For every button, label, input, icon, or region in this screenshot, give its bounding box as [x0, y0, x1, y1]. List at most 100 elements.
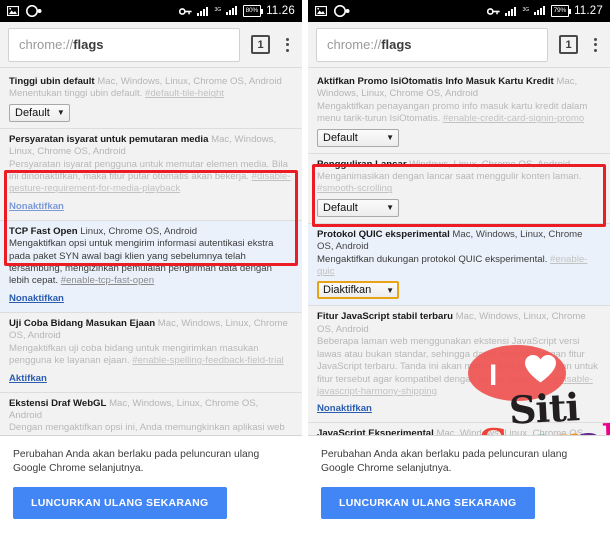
clock-label: 11.27: [574, 5, 603, 17]
overflow-menu-icon[interactable]: [586, 37, 604, 52]
url-bar[interactable]: chrome://flags: [8, 27, 240, 62]
flag-permalink[interactable]: #enable-tcp-fast-open: [61, 275, 154, 286]
flag-entry[interactable]: Aktifkan Promo IsiOtomatis Info Masuk Ka…: [308, 71, 610, 154]
flag-description: Mengaktifkan opsi untuk mengirim informa…: [9, 238, 293, 288]
flag-entry[interactable]: Ekstensi Draf WebGL Mac, Windows, Linux,…: [0, 392, 302, 435]
flag-toggle-link[interactable]: Nonaktifkan: [9, 293, 64, 304]
flag-toggle-link[interactable]: Nonaktifkan: [9, 201, 64, 212]
relaunch-bar-right: Perubahan Anda akan berlaku pada peluncu…: [308, 435, 610, 533]
flag-title-row: Uji Coba Bidang Masukan Ejaan Mac, Windo…: [9, 318, 293, 343]
flag-select-default-tile-height[interactable]: Default ▼: [9, 103, 70, 122]
dual-screenshot-container: 3G 80% 11.26 chrome://flags 1 Tinggi ubi…: [0, 0, 610, 533]
flag-entry[interactable]: Fitur JavaScript stabil terbaru Mac, Win…: [308, 306, 610, 424]
flags-list-right[interactable]: Aktifkan Promo IsiOtomatis Info Masuk Ka…: [308, 68, 610, 435]
relaunch-notice: Perubahan Anda akan berlaku pada peluncu…: [13, 449, 260, 474]
phone-screen-left: 3G 80% 11.26 chrome://flags 1 Tinggi ubi…: [0, 0, 302, 533]
vpn-key-icon: [178, 7, 192, 16]
flag-description: Mengaktifkan uji coba bidang untuk mengi…: [9, 343, 293, 368]
vpn-key-icon: [486, 7, 500, 16]
relaunch-now-button[interactable]: LUNCURKAN ULANG SEKARANG: [13, 487, 227, 519]
flag-desc-text: Dengan mengaktifkan opsi ini, Anda memun…: [9, 422, 285, 435]
flag-description: Beberapa laman web menggunakan ekstensi …: [317, 336, 601, 398]
flag-platforms: Linux, Chrome OS, Android: [80, 225, 198, 237]
relaunch-bar-left: Perubahan Anda akan berlaku pada peluncu…: [0, 435, 302, 533]
flag-select-quic[interactable]: Diaktifkan ▼: [317, 281, 399, 300]
flag-description: Mengaktifkan penayangan promo info masuk…: [317, 101, 601, 126]
flag-select-smooth-scrolling[interactable]: Default ▼: [317, 198, 399, 217]
flag-title: Fitur JavaScript stabil terbaru: [317, 311, 453, 323]
flag-permalink[interactable]: #enable-credit-card-signin-promo: [443, 113, 584, 124]
flag-title-row: TCP Fast Open Linux, Chrome OS, Android: [9, 226, 293, 238]
url-suffix: flags: [73, 37, 104, 52]
flag-entry[interactable]: Tinggi ubin default Mac, Windows, Linux,…: [0, 71, 302, 129]
flag-entry-tcp-fast-open[interactable]: TCP Fast Open Linux, Chrome OS, Android …: [0, 220, 302, 313]
status-bar-right-icons: 3G 79% 11.27: [486, 2, 603, 20]
flag-entry[interactable]: JavaScript Eksperimental Mac, Windows, L…: [308, 423, 610, 435]
flag-desc-text: Persyaratan isyarat pengguna untuk memut…: [9, 158, 288, 183]
status-bar-right: 3G 79% 11.27: [308, 0, 610, 22]
chevron-down-icon: ▼: [386, 203, 394, 213]
flag-description: Menganimasikan dengan lancar saat menggu…: [317, 171, 601, 196]
status-bar-left-icons: [6, 4, 43, 18]
flag-entry[interactable]: Uji Coba Bidang Masukan Ejaan Mac, Windo…: [0, 312, 302, 393]
flags-list-left[interactable]: Tinggi ubin default Mac, Windows, Linux,…: [0, 68, 302, 435]
chevron-down-icon: ▼: [386, 285, 394, 295]
url-bar[interactable]: chrome://flags: [316, 27, 548, 62]
image-icon: [314, 5, 328, 17]
tab-counter-button[interactable]: 1: [559, 35, 578, 54]
network-type-label: 3G: [522, 7, 530, 13]
flag-entry-enable-quic[interactable]: Protokol QUIC eksperimental Mac, Windows…: [308, 223, 610, 307]
flag-description: Dengan mengaktifkan opsi ini, Anda memun…: [9, 422, 293, 435]
flag-description: Mengaktifkan dukungan protokol QUIC eksp…: [317, 254, 601, 279]
flag-select-value: Diaktifkan: [323, 284, 372, 297]
browser-toolbar-left: chrome://flags 1: [0, 22, 302, 68]
flag-title: Ekstensi Draf WebGL: [9, 397, 107, 409]
opera-icon: [334, 4, 351, 18]
flag-title-row: Persyaratan isyarat untuk pemutaran medi…: [9, 134, 293, 159]
flag-select-value: Default: [323, 131, 358, 144]
signal-bars-icon: [504, 6, 517, 16]
flag-title-row: Protokol QUIC eksperimental Mac, Windows…: [317, 229, 601, 254]
flag-title: JavaScript Eksperimental: [317, 428, 434, 435]
url-suffix: flags: [381, 37, 412, 52]
flag-desc-text: Mengaktifkan dukungan protokol QUIC eksp…: [317, 253, 548, 265]
opera-icon: [26, 4, 43, 18]
image-icon: [6, 5, 20, 17]
flag-toggle-link[interactable]: Nonaktifkan: [317, 403, 372, 414]
status-bar-left: 3G 80% 11.26: [0, 0, 302, 22]
network-type-label: 3G: [214, 7, 222, 13]
flag-desc-text: Menganimasikan dengan lancar saat menggu…: [317, 171, 582, 183]
flag-title-row: Aktifkan Promo IsiOtomatis Info Masuk Ka…: [317, 76, 601, 101]
relaunch-now-button[interactable]: LUNCURKAN ULANG SEKARANG: [321, 487, 535, 519]
flag-title: Tinggi ubin default: [9, 76, 95, 87]
flag-title-row: Fitur JavaScript stabil terbaru Mac, Win…: [317, 311, 601, 336]
flag-permalink[interactable]: #enable-spelling-feedback-field-trial: [132, 355, 283, 366]
flag-title: Uji Coba Bidang Masukan Ejaan: [9, 317, 156, 329]
clock-label: 11.26: [266, 5, 295, 17]
flag-platforms: Windows, Linux, Chrome OS, Android: [409, 158, 571, 170]
flag-entry[interactable]: Pengguliran Lancar Windows, Linux, Chrom…: [308, 153, 610, 224]
overflow-menu-icon[interactable]: [278, 37, 296, 52]
chevron-down-icon: ▼: [386, 133, 394, 143]
browser-toolbar-right: chrome://flags 1: [308, 22, 610, 68]
flag-select-value: Default: [15, 106, 50, 119]
tab-counter-button[interactable]: 1: [251, 35, 270, 54]
flag-description: Menentukan tinggi ubin default. #default…: [9, 88, 293, 100]
flag-toggle-link[interactable]: Aktifkan: [9, 373, 47, 384]
flag-description: Persyaratan isyarat pengguna untuk memut…: [9, 159, 293, 196]
status-bar-left-icons: [314, 4, 351, 18]
flag-select-credit-card-signin-promo[interactable]: Default ▼: [317, 128, 399, 147]
flag-permalink[interactable]: #smooth-scrolling: [317, 183, 392, 194]
flag-title: Persyaratan isyarat untuk pemutaran medi…: [9, 133, 209, 145]
flag-entry[interactable]: Persyaratan isyarat untuk pemutaran medi…: [0, 128, 302, 221]
status-bar-right-icons: 3G 80% 11.26: [178, 2, 295, 20]
phone-screen-right: 3G 79% 11.27 chrome://flags 1 Aktifkan P…: [308, 0, 610, 533]
flag-title-row: Tinggi ubin default Mac, Windows, Linux,…: [9, 76, 293, 88]
url-prefix: chrome://: [19, 37, 74, 52]
flag-title: TCP Fast Open: [9, 225, 78, 237]
flag-title: Pengguliran Lancar: [317, 158, 407, 170]
flag-title-row: JavaScript Eksperimental Mac, Windows, L…: [317, 428, 601, 435]
flag-select-value: Default: [323, 201, 358, 214]
flag-title-row: Ekstensi Draf WebGL Mac, Windows, Linux,…: [9, 398, 293, 423]
flag-permalink[interactable]: #default-tile-height: [145, 88, 224, 99]
